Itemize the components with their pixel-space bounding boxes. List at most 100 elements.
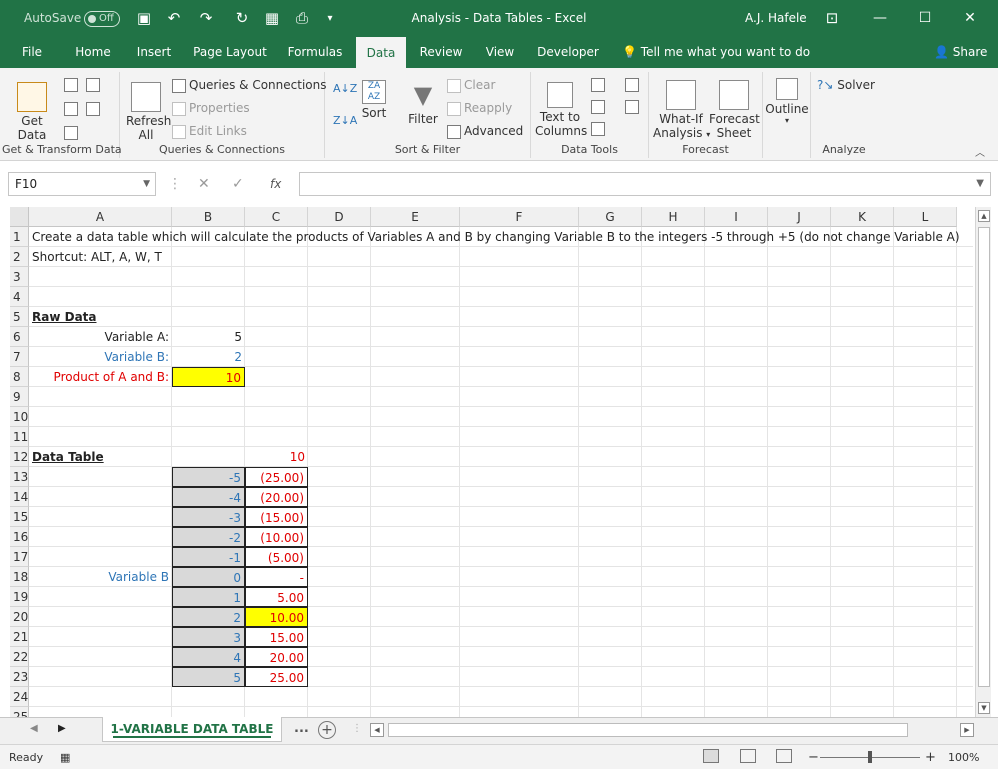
sheet-tab-1-variable-data-table[interactable]: 1-VARIABLE DATA TABLE xyxy=(102,717,282,742)
zoom-out-button[interactable]: − xyxy=(808,745,819,769)
row-header-22[interactable]: 22 xyxy=(10,647,29,667)
insert-function-icon[interactable]: fx xyxy=(270,172,281,196)
column-header-d[interactable]: D xyxy=(308,207,371,227)
row-header-16[interactable]: 16 xyxy=(10,527,29,547)
row-header-4[interactable]: 4 xyxy=(10,287,29,307)
column-header-l[interactable]: L xyxy=(894,207,957,227)
cell-b7-variable-b-value[interactable]: 2 xyxy=(172,347,245,367)
data-table-result-c22[interactable]: 20.00 xyxy=(245,647,308,667)
zoom-slider-thumb[interactable] xyxy=(868,751,872,763)
tab-developer[interactable]: Developer xyxy=(532,37,604,68)
data-table-input-b18[interactable]: 0 xyxy=(172,567,245,587)
data-table-result-c16[interactable]: (10.00) xyxy=(245,527,308,547)
row-header-21[interactable]: 21 xyxy=(10,627,29,647)
flash-fill-icon[interactable] xyxy=(591,78,605,92)
consolidate-icon[interactable] xyxy=(625,78,639,92)
recent-sources-icon[interactable] xyxy=(86,102,100,116)
cell-a7-variable-b-label[interactable]: Variable B: xyxy=(29,347,172,367)
column-header-f[interactable]: F xyxy=(460,207,579,227)
row-header-3[interactable]: 3 xyxy=(10,267,29,287)
column-header-j[interactable]: J xyxy=(768,207,831,227)
cell-a8-product-label[interactable]: Product of A and B: xyxy=(29,367,172,387)
zoom-level[interactable]: 100% xyxy=(948,745,979,769)
advanced-button[interactable]: Advanced xyxy=(447,124,523,139)
clear-button[interactable]: Clear xyxy=(447,78,495,93)
reapply-button[interactable]: Reapply xyxy=(447,101,512,116)
share-button[interactable]: 👤 Share xyxy=(934,37,987,68)
cell-a5-raw-data-heading[interactable]: Raw Data xyxy=(29,307,172,327)
outline-button[interactable]: Outline ▾ xyxy=(765,78,809,125)
data-table-result-c21[interactable]: 15.00 xyxy=(245,627,308,647)
column-header-h[interactable]: H xyxy=(642,207,705,227)
cell-a18-variable-b-label[interactable]: Variable B xyxy=(29,567,172,587)
row-header-13[interactable]: 13 xyxy=(10,467,29,487)
sort-za-icon[interactable]: Z↓A xyxy=(333,114,357,127)
next-sheet-icon[interactable]: ▶ xyxy=(58,723,66,734)
formula-input[interactable]: ▼ xyxy=(299,172,991,196)
cell-a12-data-table-heading[interactable]: Data Table xyxy=(29,447,172,467)
tab-home[interactable]: Home xyxy=(68,37,118,68)
data-table-input-b23[interactable]: 5 xyxy=(172,667,245,687)
data-table-result-c23[interactable]: 25.00 xyxy=(245,667,308,687)
row-header-24[interactable]: 24 xyxy=(10,687,29,707)
row-header-23[interactable]: 23 xyxy=(10,667,29,687)
tab-page-layout[interactable]: Page Layout xyxy=(190,37,270,68)
tab-view[interactable]: View xyxy=(478,37,522,68)
row-header-7[interactable]: 7 xyxy=(10,347,29,367)
data-table-result-c14[interactable]: (20.00) xyxy=(245,487,308,507)
data-table-input-b13[interactable]: -5 xyxy=(172,467,245,487)
add-sheet-button[interactable]: + xyxy=(318,721,336,739)
row-header-9[interactable]: 9 xyxy=(10,387,29,407)
existing-connections-icon[interactable] xyxy=(64,126,78,140)
column-header-g[interactable]: G xyxy=(579,207,642,227)
scroll-left-icon[interactable]: ◀ xyxy=(370,723,384,737)
from-text-icon[interactable] xyxy=(64,78,78,92)
data-table-result-c15[interactable]: (15.00) xyxy=(245,507,308,527)
sort-button[interactable]: ZA AZ Sort xyxy=(359,80,389,120)
vertical-scroll-thumb[interactable] xyxy=(978,227,990,687)
data-table-input-b14[interactable]: -4 xyxy=(172,487,245,507)
more-sheets-button[interactable]: ... xyxy=(294,721,309,736)
tab-formulas[interactable]: Formulas xyxy=(282,37,348,68)
solver-button[interactable]: ?↘ Solver xyxy=(817,78,875,92)
row-header-17[interactable]: 17 xyxy=(10,547,29,567)
data-table-result-c20[interactable]: 10.00 xyxy=(245,607,308,627)
row-header-11[interactable]: 11 xyxy=(10,427,29,447)
row-header-25[interactable]: 25 xyxy=(10,707,29,717)
scroll-up-icon[interactable]: ▲ xyxy=(978,210,990,222)
row-header-20[interactable]: 20 xyxy=(10,607,29,627)
column-header-c[interactable]: C xyxy=(245,207,308,227)
enter-icon[interactable]: ✓ xyxy=(232,172,244,196)
row-header-1[interactable]: 1 xyxy=(10,227,29,247)
data-table-result-c13[interactable]: (25.00) xyxy=(245,467,308,487)
cancel-icon[interactable]: ✕ xyxy=(198,172,210,196)
tell-me-search[interactable]: 💡 Tell me what you want to do xyxy=(622,37,810,68)
data-table-input-b22[interactable]: 4 xyxy=(172,647,245,667)
row-header-8[interactable]: 8 xyxy=(10,367,29,387)
restore-button[interactable]: ☐ xyxy=(905,0,945,37)
page-break-view-icon[interactable] xyxy=(776,749,792,763)
tab-data[interactable]: Data xyxy=(356,37,406,68)
column-header-a[interactable]: A xyxy=(29,207,172,227)
from-table-icon[interactable] xyxy=(64,102,78,116)
forecast-sheet-button[interactable]: Forecast Sheet xyxy=(709,80,760,140)
more-options-icon[interactable]: ⋮ xyxy=(168,172,182,196)
relationships-icon[interactable] xyxy=(625,100,639,114)
ribbon-display-icon[interactable]: ⊡ xyxy=(822,0,842,37)
select-all-corner[interactable] xyxy=(10,207,29,227)
filter-button[interactable]: ▼ Filter xyxy=(405,80,441,126)
remove-duplicates-icon[interactable] xyxy=(591,100,605,114)
horizontal-scroll-thumb[interactable] xyxy=(388,723,908,737)
properties-button[interactable]: Properties xyxy=(172,101,250,116)
data-table-result-c19[interactable]: 5.00 xyxy=(245,587,308,607)
text-to-columns-button[interactable]: Text to Columns xyxy=(535,82,587,138)
row-header-18[interactable]: 18 xyxy=(10,567,29,587)
data-table-input-b19[interactable]: 1 xyxy=(172,587,245,607)
sort-az-icon[interactable]: A↓Z xyxy=(333,82,357,95)
page-layout-view-icon[interactable] xyxy=(740,749,756,763)
prev-sheet-icon[interactable]: ◀ xyxy=(30,723,38,734)
data-table-input-b15[interactable]: -3 xyxy=(172,507,245,527)
tab-review[interactable]: Review xyxy=(414,37,468,68)
row-header-19[interactable]: 19 xyxy=(10,587,29,607)
data-table-input-b17[interactable]: -1 xyxy=(172,547,245,567)
